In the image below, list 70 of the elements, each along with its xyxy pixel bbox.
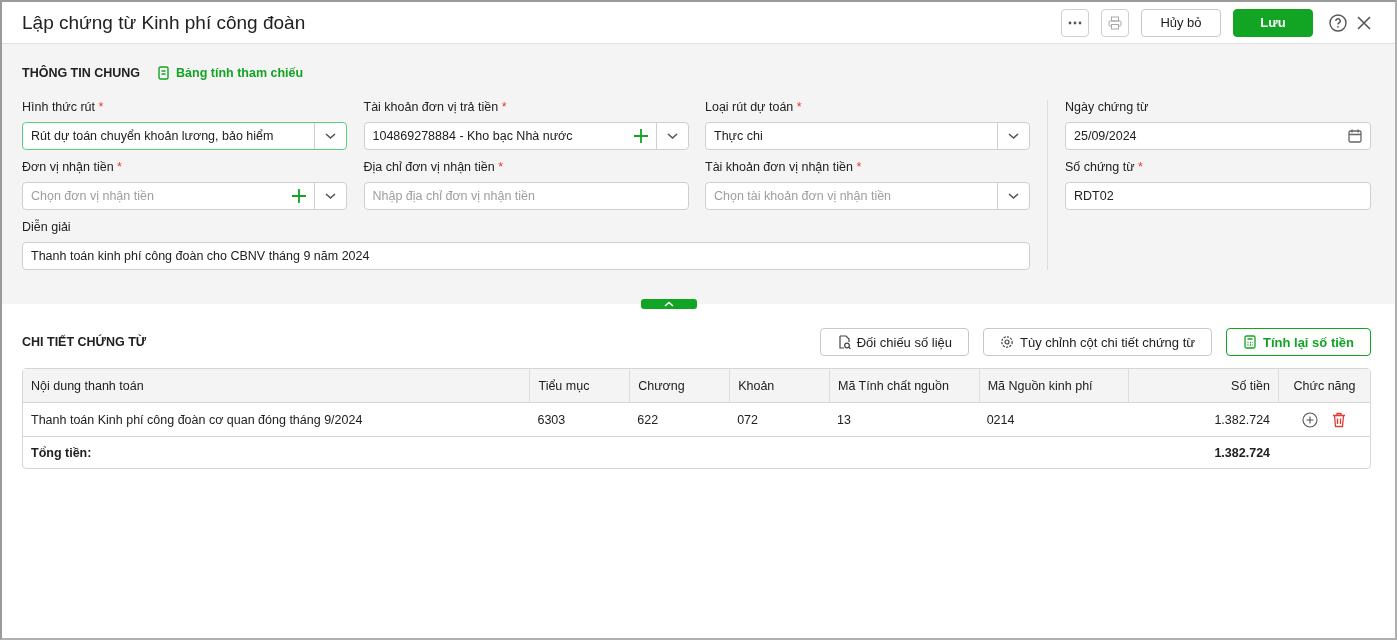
delete-button[interactable] [1332, 411, 1346, 428]
search-document-icon [836, 335, 851, 349]
field-label: Ngày chứng từ [1065, 100, 1150, 116]
select-field[interactable]: Thực chi [705, 122, 1030, 150]
field-label: Hình thức rút * [22, 100, 105, 116]
required-mark: * [498, 160, 504, 174]
field-label: Địa chỉ đơn vị nhận tiền * [363, 160, 505, 176]
total-label: Tổng tiền: [30, 444, 93, 462]
table-cell: 13 [828, 403, 979, 437]
add-row-button[interactable] [1302, 411, 1318, 428]
settings-icon [1000, 335, 1015, 349]
close-icon [1357, 15, 1371, 30]
required-mark: * [796, 100, 802, 114]
date-field[interactable]: 25/09/2024 [1065, 122, 1371, 150]
document-icon [158, 66, 171, 80]
table-cell: 1.382.724 [1128, 403, 1279, 437]
table-cell: 0214 [978, 403, 1129, 437]
print-button[interactable] [1101, 8, 1129, 37]
column-header: Mã Nguồn kinh phí [978, 369, 1129, 403]
required-mark: * [117, 160, 122, 174]
print-icon [1108, 15, 1122, 30]
calculator-icon [1243, 335, 1257, 349]
chevron-down-icon [324, 132, 337, 140]
cancel-button[interactable]: Hủy bỏ [1141, 8, 1221, 37]
chevron-down-icon [1007, 192, 1020, 200]
plus-icon [292, 189, 306, 203]
column-header: Tiểu mục [529, 369, 630, 403]
input-field[interactable]: Thanh toán kinh phí công đoàn cho CBNV tháng 9 năm 2024 [22, 242, 1030, 270]
field-label: Diễn giải [22, 220, 72, 236]
total-amount: 1.382.724 [1213, 444, 1272, 462]
field-label: Tài khoản đơn vị trả tiền * [363, 100, 508, 116]
collapse-button[interactable] [641, 299, 697, 309]
chevron-down-icon [665, 132, 679, 140]
required-mark: * [98, 100, 104, 114]
chevron-down-icon [1007, 132, 1020, 140]
input-field[interactable]: RDT02 [1065, 182, 1371, 210]
section-heading: THÔNG TIN CHUNG [22, 66, 141, 80]
more-icon [1068, 20, 1082, 25]
field-label: Số chứng từ * [1065, 160, 1144, 176]
column-header: Chức năng [1278, 369, 1370, 403]
customize-columns-button[interactable]: Tùy chỉnh cột chi tiết chứng từ [983, 328, 1212, 356]
table-cell: 6303 [529, 403, 630, 437]
table-cell: 072 [729, 403, 829, 437]
column-header: Số tiền [1128, 369, 1279, 403]
close-button[interactable] [1357, 15, 1371, 30]
field-label: Loại rút dự toán * [705, 100, 803, 116]
field-label: Đơn vị nhận tiền * [22, 160, 123, 176]
section-heading: CHI TIẾT CHỨNG TỪ [22, 335, 148, 349]
help-icon [1329, 13, 1347, 32]
required-mark: * [501, 100, 507, 114]
select-field[interactable]: 104869278884 - Kho bạc Nhà nước [363, 122, 689, 150]
required-mark: * [1138, 160, 1143, 174]
column-header: Khoản [729, 369, 829, 403]
column-header: Mã Tính chất nguồn [828, 369, 979, 403]
plus-icon [633, 129, 648, 143]
calendar-icon [1348, 129, 1362, 143]
compare-button[interactable]: Đối chiếu số liệu [819, 328, 970, 356]
table-cell: 622 [629, 403, 730, 437]
column-header: Nội dung thanh toán [23, 369, 530, 403]
table-cell: Thanh toán Kinh phí công đoàn cơ quan đóng tháng 9/2024 [23, 403, 530, 437]
chevron-up-icon [664, 301, 674, 307]
plus-circle-icon [1302, 411, 1318, 428]
column-header: Chương [629, 369, 730, 403]
select-field[interactable]: Rút dự toán chuyển khoản lương, bảo hiểm [22, 122, 347, 150]
trash-icon [1332, 411, 1346, 428]
required-mark: * [856, 160, 862, 174]
window-title: Lập chứng từ Kinh phí công đoàn [22, 11, 307, 34]
field-label: Tài khoản đơn vị nhận tiền * [705, 160, 863, 176]
chevron-down-icon [324, 192, 337, 200]
help-button[interactable] [1329, 13, 1347, 32]
